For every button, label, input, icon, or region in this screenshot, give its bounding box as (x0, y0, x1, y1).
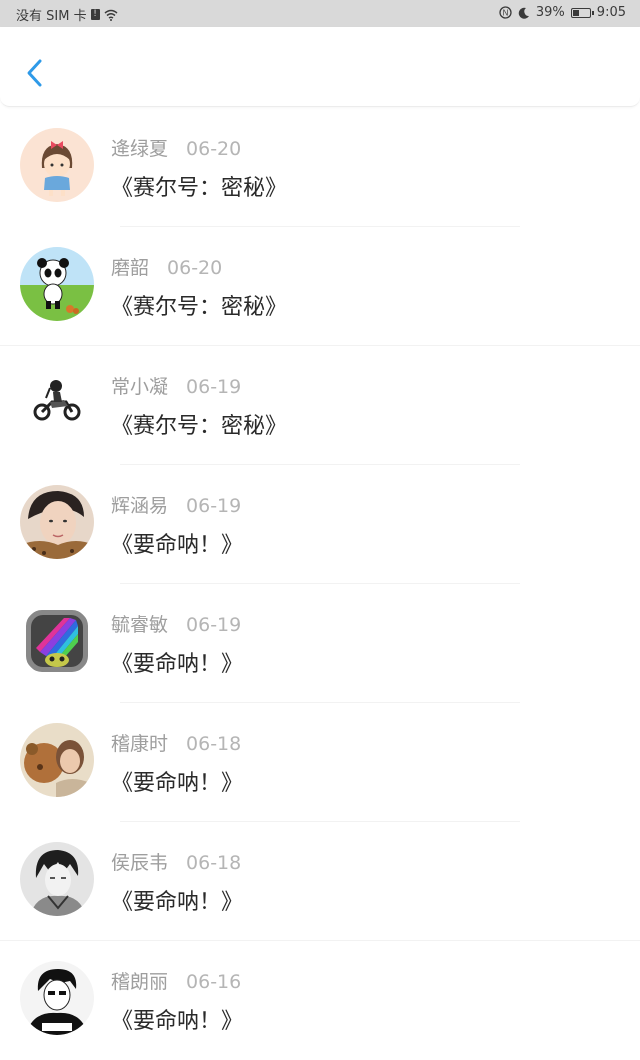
comment-date: 06-20 (167, 257, 223, 279)
comment-date: 06-18 (186, 852, 242, 874)
avatar[interactable] (20, 723, 94, 797)
user-name: 辉涵易 (111, 495, 169, 517)
carrier-label: 没有 SIM 卡 (16, 9, 87, 24)
clock: 9:05 (596, 5, 626, 20)
work-title[interactable]: 《要命呐！》 (111, 646, 243, 678)
motorcycle-rider-avatar-icon (20, 366, 94, 440)
comment-date: 06-16 (186, 971, 242, 993)
battery-icon (570, 7, 594, 18)
user-name: 稽朗丽 (111, 971, 169, 993)
user-name: 侯辰韦 (111, 852, 169, 874)
wifi-icon (104, 9, 118, 21)
moon-icon (518, 7, 529, 19)
user-name: 常小凝 (111, 376, 169, 398)
status-bar: 没有 SIM 卡 ! N 39% 9:05 (0, 0, 640, 27)
comment-meta: 辉涵易 06-19 (111, 491, 241, 518)
list-item[interactable]: 磨韶 06-20 《赛尔号：密秘》 (0, 227, 640, 346)
avatar[interactable] (20, 485, 94, 559)
work-title[interactable]: 《要命呐！》 (111, 1003, 243, 1035)
list-item[interactable]: 辉涵易 06-19 《要命呐！》 (0, 465, 640, 584)
battery-percent: 39% (535, 5, 565, 20)
list-item[interactable]: 逄绿夏 06-20 《赛尔号：密秘》 (0, 108, 640, 227)
girl-with-bear-avatar-icon (20, 723, 94, 797)
avatar[interactable] (20, 128, 94, 202)
avatar[interactable] (20, 247, 94, 321)
svg-text:N: N (503, 9, 509, 18)
status-right: N 39% 9:05 (493, 5, 626, 20)
work-title[interactable]: 《要命呐！》 (111, 527, 243, 559)
comment-meta: 逄绿夏 06-20 (111, 134, 241, 161)
cartoon-girl-avatar-icon (20, 128, 94, 202)
back-button[interactable] (20, 55, 50, 91)
comment-meta: 毓睿敏 06-19 (111, 610, 241, 637)
work-title[interactable]: 《赛尔号：密秘》 (111, 170, 287, 202)
comment-date: 06-19 (186, 614, 242, 636)
comment-meta: 侯辰韦 06-18 (111, 848, 241, 875)
avatar[interactable] (20, 366, 94, 440)
comment-date: 06-18 (186, 733, 242, 755)
comment-list: 逄绿夏 06-20 《赛尔号：密秘》 磨韶 06-20 《赛尔号：密秘》 常小凝… (0, 108, 640, 1060)
user-name: 磨韶 (111, 257, 150, 279)
status-left: 没有 SIM 卡 ! (16, 5, 118, 24)
comment-meta: 常小凝 06-19 (111, 372, 241, 399)
boy-photo-avatar-icon (20, 485, 94, 559)
avatar[interactable] (20, 842, 94, 916)
list-item[interactable]: 稽康时 06-18 《要命呐！》 (0, 703, 640, 822)
work-title[interactable]: 《要命呐！》 (111, 884, 243, 916)
avatar[interactable] (20, 604, 94, 678)
comment-date: 06-20 (186, 138, 242, 160)
sim-alert-icon: ! (90, 9, 100, 20)
comment-meta: 磨韶 06-20 (111, 253, 222, 280)
user-name: 逄绿夏 (111, 138, 169, 160)
app-header (0, 27, 640, 107)
anime-boy-avatar-icon (20, 842, 94, 916)
comment-meta: 稽康时 06-18 (111, 729, 241, 756)
list-item[interactable]: 毓睿敏 06-19 《要命呐！》 (0, 584, 640, 703)
work-title[interactable]: 《赛尔号：密秘》 (111, 289, 287, 321)
work-title[interactable]: 《要命呐！》 (111, 765, 243, 797)
nfc-icon: N (499, 6, 512, 19)
chevron-left-icon (27, 59, 42, 87)
comment-date: 06-19 (186, 376, 242, 398)
comment-date: 06-19 (186, 495, 242, 517)
panda-avatar-icon (20, 247, 94, 321)
list-item[interactable]: 侯辰韦 06-18 《要命呐！》 (0, 822, 640, 941)
comment-meta: 稽朗丽 06-16 (111, 967, 241, 994)
list-item[interactable]: 稽朗丽 06-16 《要命呐！》 (0, 941, 640, 1060)
user-name: 稽康时 (111, 733, 169, 755)
work-title[interactable]: 《赛尔号：密秘》 (111, 408, 287, 440)
list-item[interactable]: 常小凝 06-19 《赛尔号：密秘》 (0, 346, 640, 465)
rainbow-skull-avatar-icon (20, 604, 94, 678)
user-name: 毓睿敏 (111, 614, 169, 636)
